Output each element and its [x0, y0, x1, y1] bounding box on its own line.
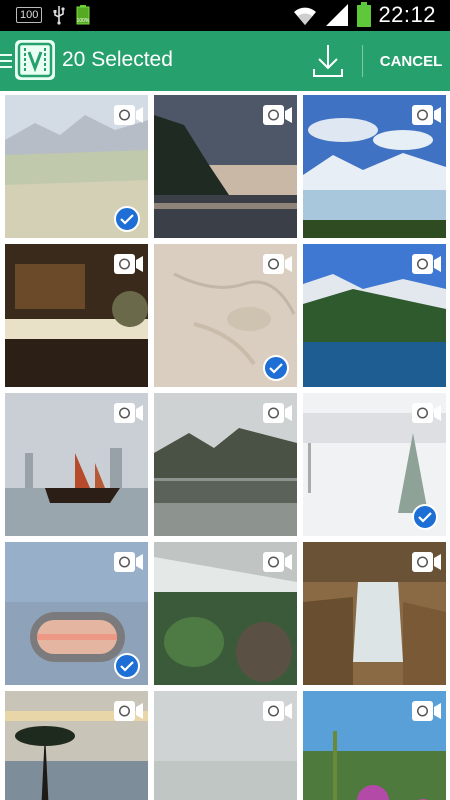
video-camera-icon: [113, 551, 144, 573]
media-thumbnail[interactable]: [303, 691, 446, 800]
clock: 22:12: [378, 2, 436, 27]
battery-icon: [357, 2, 372, 27]
video-camera-icon: [411, 700, 442, 722]
video-camera-icon: [411, 402, 442, 424]
app-bar: 20 Selected CANCEL: [0, 31, 450, 91]
media-thumbnail[interactable]: [154, 542, 297, 685]
media-thumbnail[interactable]: [154, 393, 297, 536]
video-camera-icon: [411, 551, 442, 573]
media-thumbnail[interactable]: [5, 542, 148, 685]
menu-icon[interactable]: [0, 54, 12, 68]
video-camera-icon: [113, 700, 144, 722]
usb-icon: [53, 6, 65, 25]
media-thumbnail[interactable]: [5, 244, 148, 387]
media-thumbnail[interactable]: [154, 244, 297, 387]
media-thumbnail[interactable]: [5, 95, 148, 238]
video-camera-icon: [113, 104, 144, 126]
video-camera-icon: [113, 402, 144, 424]
notification-badge: 100: [16, 7, 43, 23]
media-thumbnail[interactable]: [154, 691, 297, 800]
video-camera-icon: [262, 253, 293, 275]
media-grid: [0, 91, 450, 800]
checkmark-icon: [412, 504, 438, 530]
battery-status-icon: 100%: [76, 5, 90, 25]
video-camera-icon: [411, 253, 442, 275]
video-camera-icon: [262, 700, 293, 722]
media-thumbnail[interactable]: [5, 393, 148, 536]
media-thumbnail[interactable]: [303, 393, 446, 536]
cancel-button[interactable]: CANCEL: [372, 31, 450, 91]
video-camera-icon: [262, 402, 293, 424]
signal-icon: [326, 4, 349, 26]
app-logo-icon[interactable]: [15, 40, 55, 80]
media-thumbnail[interactable]: [5, 691, 148, 800]
wifi-icon: [294, 7, 317, 25]
appbar-divider: [362, 45, 363, 77]
video-camera-icon: [411, 104, 442, 126]
media-thumbnail[interactable]: [303, 244, 446, 387]
video-camera-icon: [113, 253, 144, 275]
video-camera-icon: [262, 551, 293, 573]
page-title: 20 Selected: [62, 48, 173, 71]
media-thumbnail[interactable]: [154, 95, 297, 238]
download-button[interactable]: [306, 43, 350, 79]
checkmark-icon: [263, 355, 289, 381]
checkmark-icon: [114, 653, 140, 679]
status-bar: 100 100% 22:12: [0, 0, 450, 31]
media-thumbnail[interactable]: [303, 542, 446, 685]
svg-text:100%: 100%: [77, 18, 90, 24]
download-icon: [313, 45, 343, 77]
media-thumbnail[interactable]: [303, 95, 446, 238]
video-camera-icon: [262, 104, 293, 126]
checkmark-icon: [114, 206, 140, 232]
